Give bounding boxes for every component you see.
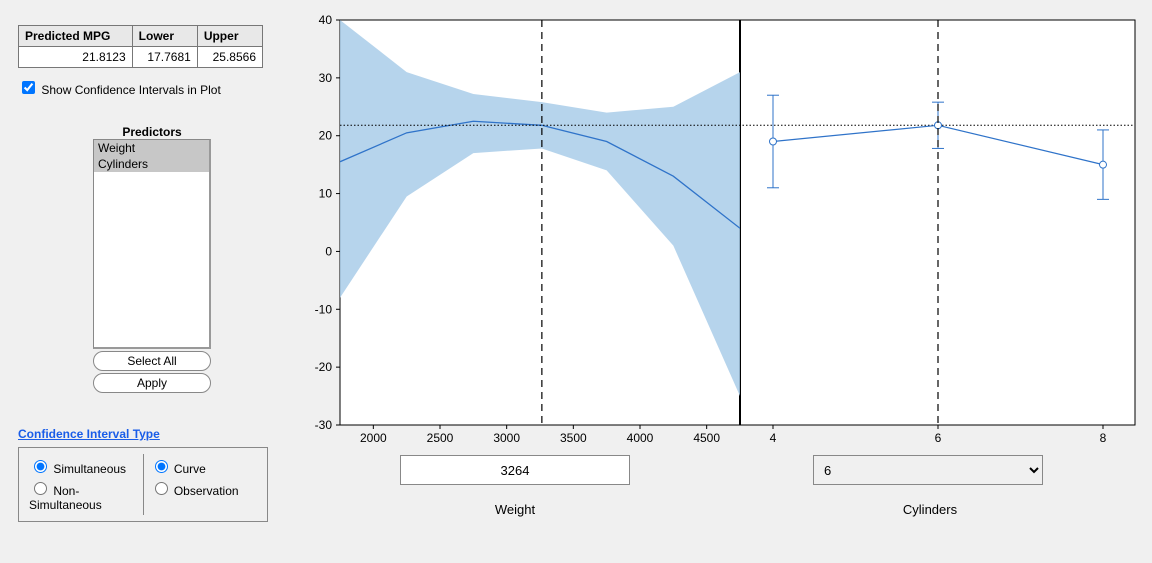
prediction-table: Predicted MPG Lower Upper 21.8123 17.768…	[18, 25, 263, 68]
apply-button[interactable]: Apply	[93, 373, 211, 393]
col-lower: Lower	[132, 26, 197, 47]
radio-non-simultaneous-input[interactable]	[34, 482, 47, 495]
svg-text:6: 6	[935, 431, 942, 445]
svg-text:-20: -20	[315, 360, 333, 374]
radio-non-simultaneous[interactable]: Non-Simultaneous	[29, 484, 102, 512]
radio-observation[interactable]: Observation	[150, 484, 239, 498]
svg-text:0: 0	[325, 244, 332, 258]
radio-observation-input[interactable]	[155, 482, 168, 495]
svg-text:3000: 3000	[493, 431, 520, 445]
svg-text:3500: 3500	[560, 431, 587, 445]
radio-label: Curve	[174, 462, 206, 476]
radio-simultaneous-input[interactable]	[34, 460, 47, 473]
select-all-button[interactable]: Select All	[93, 351, 211, 371]
svg-text:20: 20	[319, 129, 333, 143]
svg-text:4: 4	[770, 431, 777, 445]
svg-text:2500: 2500	[427, 431, 454, 445]
radio-simultaneous[interactable]: Simultaneous	[29, 462, 126, 476]
xlabel-weight: Weight	[440, 502, 590, 517]
show-ci-checkbox-input[interactable]	[22, 81, 35, 94]
svg-text:4500: 4500	[693, 431, 720, 445]
show-ci-label: Show Confidence Intervals in Plot	[41, 83, 220, 97]
predictors-heading: Predictors	[93, 125, 211, 139]
predictor-listbox[interactable]: Weight Cylinders	[93, 139, 211, 349]
val-upper: 25.8566	[197, 47, 262, 68]
ci-type-heading: Confidence Interval Type	[18, 427, 268, 441]
list-item[interactable]: Cylinders	[94, 156, 209, 172]
radio-curve[interactable]: Curve	[150, 462, 206, 476]
svg-text:10: 10	[319, 187, 333, 201]
svg-text:8: 8	[1100, 431, 1107, 445]
col-predicted: Predicted MPG	[19, 26, 133, 47]
list-item[interactable]: Weight	[94, 140, 209, 156]
radio-curve-input[interactable]	[155, 460, 168, 473]
radio-label: Simultaneous	[53, 462, 126, 476]
val-lower: 17.7681	[132, 47, 197, 68]
svg-text:30: 30	[319, 71, 333, 85]
svg-text:40: 40	[319, 13, 333, 27]
svg-text:-10: -10	[315, 302, 333, 316]
cylinders-select[interactable]: 6	[813, 455, 1043, 485]
xlabel-cylinders: Cylinders	[855, 502, 1005, 517]
svg-text:2000: 2000	[360, 431, 387, 445]
weight-input[interactable]	[400, 455, 630, 485]
show-ci-checkbox[interactable]: Show Confidence Intervals in Plot	[18, 83, 221, 97]
svg-text:4000: 4000	[627, 431, 654, 445]
svg-text:-30: -30	[315, 418, 333, 432]
val-predicted: 21.8123	[19, 47, 133, 68]
radio-label: Observation	[174, 484, 239, 498]
col-upper: Upper	[197, 26, 262, 47]
